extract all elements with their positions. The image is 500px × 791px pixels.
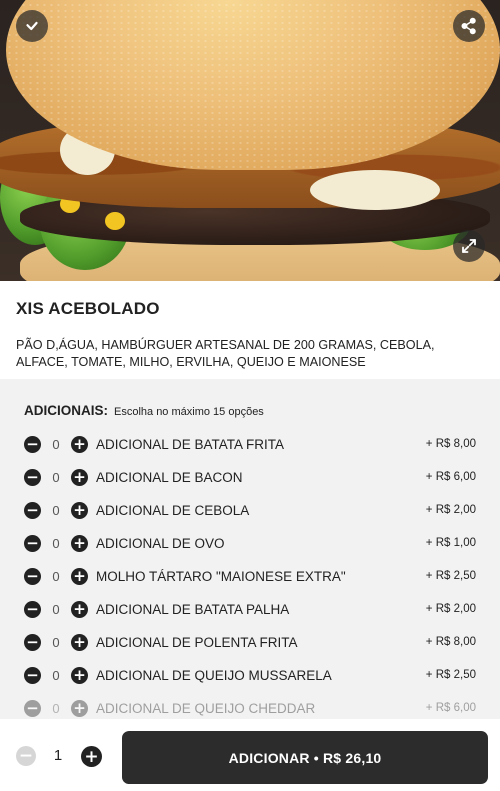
extra-name: ADICIONAL DE QUEIJO CHEDDAR (96, 700, 316, 716)
chevron-down-icon[interactable] (16, 10, 48, 42)
extras-label: ADICIONAIS: (24, 403, 108, 418)
extra-price: + R$ 8,00 (425, 438, 476, 450)
extras-section: ADICIONAIS: Escolha no máximo 15 opções … (0, 379, 500, 719)
increment-button[interactable]: + (71, 633, 88, 651)
product-description: PÃO D,ÁGUA, HAMBÚRGUER ARTESANAL DE 200 … (16, 338, 435, 369)
extra-item: − 0 + ADICIONAL DE QUEIJO CHEDDAR + R$ 6… (24, 696, 476, 719)
extra-price: + R$ 2,00 (425, 603, 476, 615)
extra-price: + R$ 6,00 (425, 702, 476, 714)
extra-name: ADICIONAL DE OVO (96, 535, 225, 551)
decrement-button[interactable]: − (24, 699, 41, 717)
decrement-button[interactable]: − (24, 666, 41, 684)
extra-item: − 0 + ADICIONAL DE OVO + R$ 1,00 (24, 531, 476, 555)
extra-price: + R$ 2,00 (425, 504, 476, 516)
extra-quantity: 0 (52, 700, 60, 716)
extra-quantity: 0 (52, 634, 60, 650)
extra-item: − 0 + ADICIONAL DE CEBOLA + R$ 2,00 (24, 498, 476, 522)
extra-quantity: 0 (52, 667, 60, 683)
extra-name: ADICIONAL DE QUEIJO MUSSARELA (96, 667, 332, 683)
decrement-button[interactable]: − (24, 435, 41, 453)
extra-quantity: 0 (52, 436, 60, 452)
order-footer: − 1 + ADICIONAR • R$ 26,10 (0, 719, 500, 791)
extra-name: ADICIONAL DE POLENTA FRITA (96, 634, 298, 650)
extra-price: + R$ 1,00 (425, 537, 476, 549)
extra-name: MOLHO TÁRTARO "MAIONESE EXTRA" (96, 568, 346, 584)
quantity-increment-button[interactable]: + (81, 746, 102, 767)
extra-quantity: 0 (52, 502, 60, 518)
increment-button[interactable]: + (71, 435, 88, 453)
decrement-button[interactable]: − (24, 567, 41, 585)
extra-name: ADICIONAL DE BATATA PALHA (96, 601, 290, 617)
extra-price: + R$ 2,50 (425, 570, 476, 582)
decrement-button[interactable]: − (24, 501, 41, 519)
expand-icon[interactable] (453, 230, 485, 262)
extra-price: + R$ 8,00 (425, 636, 476, 648)
extra-price: + R$ 2,50 (425, 669, 476, 681)
increment-button[interactable]: + (71, 600, 88, 618)
decrement-button[interactable]: − (24, 600, 41, 618)
extra-item: − 0 + ADICIONAL DE BATATA FRITA + R$ 8,0… (24, 432, 476, 456)
product-title: XIS ACEBOLADO (16, 299, 160, 318)
increment-button[interactable]: + (71, 567, 88, 585)
extra-price: + R$ 6,00 (425, 471, 476, 483)
decrement-button[interactable]: − (24, 534, 41, 552)
increment-button[interactable]: + (71, 534, 88, 552)
extra-item: − 0 + ADICIONAL DE QUEIJO MUSSARELA + R$… (24, 663, 476, 687)
extra-quantity: 0 (52, 601, 60, 617)
extra-name: ADICIONAL DE CEBOLA (96, 502, 250, 518)
extras-header: ADICIONAIS: Escolha no máximo 15 opções (24, 403, 264, 418)
increment-button[interactable]: + (71, 468, 88, 486)
extra-item: − 0 + ADICIONAL DE BACON + R$ 6,00 (24, 465, 476, 489)
add-to-cart-button[interactable]: ADICIONAR • R$ 26,10 (122, 731, 488, 784)
share-icon[interactable] (453, 10, 485, 42)
extra-name: ADICIONAL DE BACON (96, 469, 243, 485)
increment-button[interactable]: + (71, 501, 88, 519)
decrement-button[interactable]: − (24, 468, 41, 486)
extras-hint: Escolha no máximo 15 opções (114, 406, 264, 418)
extra-item: − 0 + ADICIONAL DE BATATA PALHA + R$ 2,0… (24, 597, 476, 621)
extra-item: − 0 + ADICIONAL DE POLENTA FRITA + R$ 8,… (24, 630, 476, 654)
extra-quantity: 0 (52, 535, 60, 551)
extra-item: − 0 + MOLHO TÁRTARO "MAIONESE EXTRA" + R… (24, 564, 476, 588)
quantity-decrement-button[interactable]: − (16, 746, 36, 766)
extra-quantity: 0 (52, 568, 60, 584)
increment-button[interactable]: + (71, 666, 88, 684)
order-quantity: 1 (53, 747, 63, 764)
extra-name: ADICIONAL DE BATATA FRITA (96, 436, 285, 452)
extra-quantity: 0 (52, 469, 60, 485)
decrement-button[interactable]: − (24, 633, 41, 651)
increment-button[interactable]: + (71, 699, 88, 717)
product-image (0, 0, 500, 281)
